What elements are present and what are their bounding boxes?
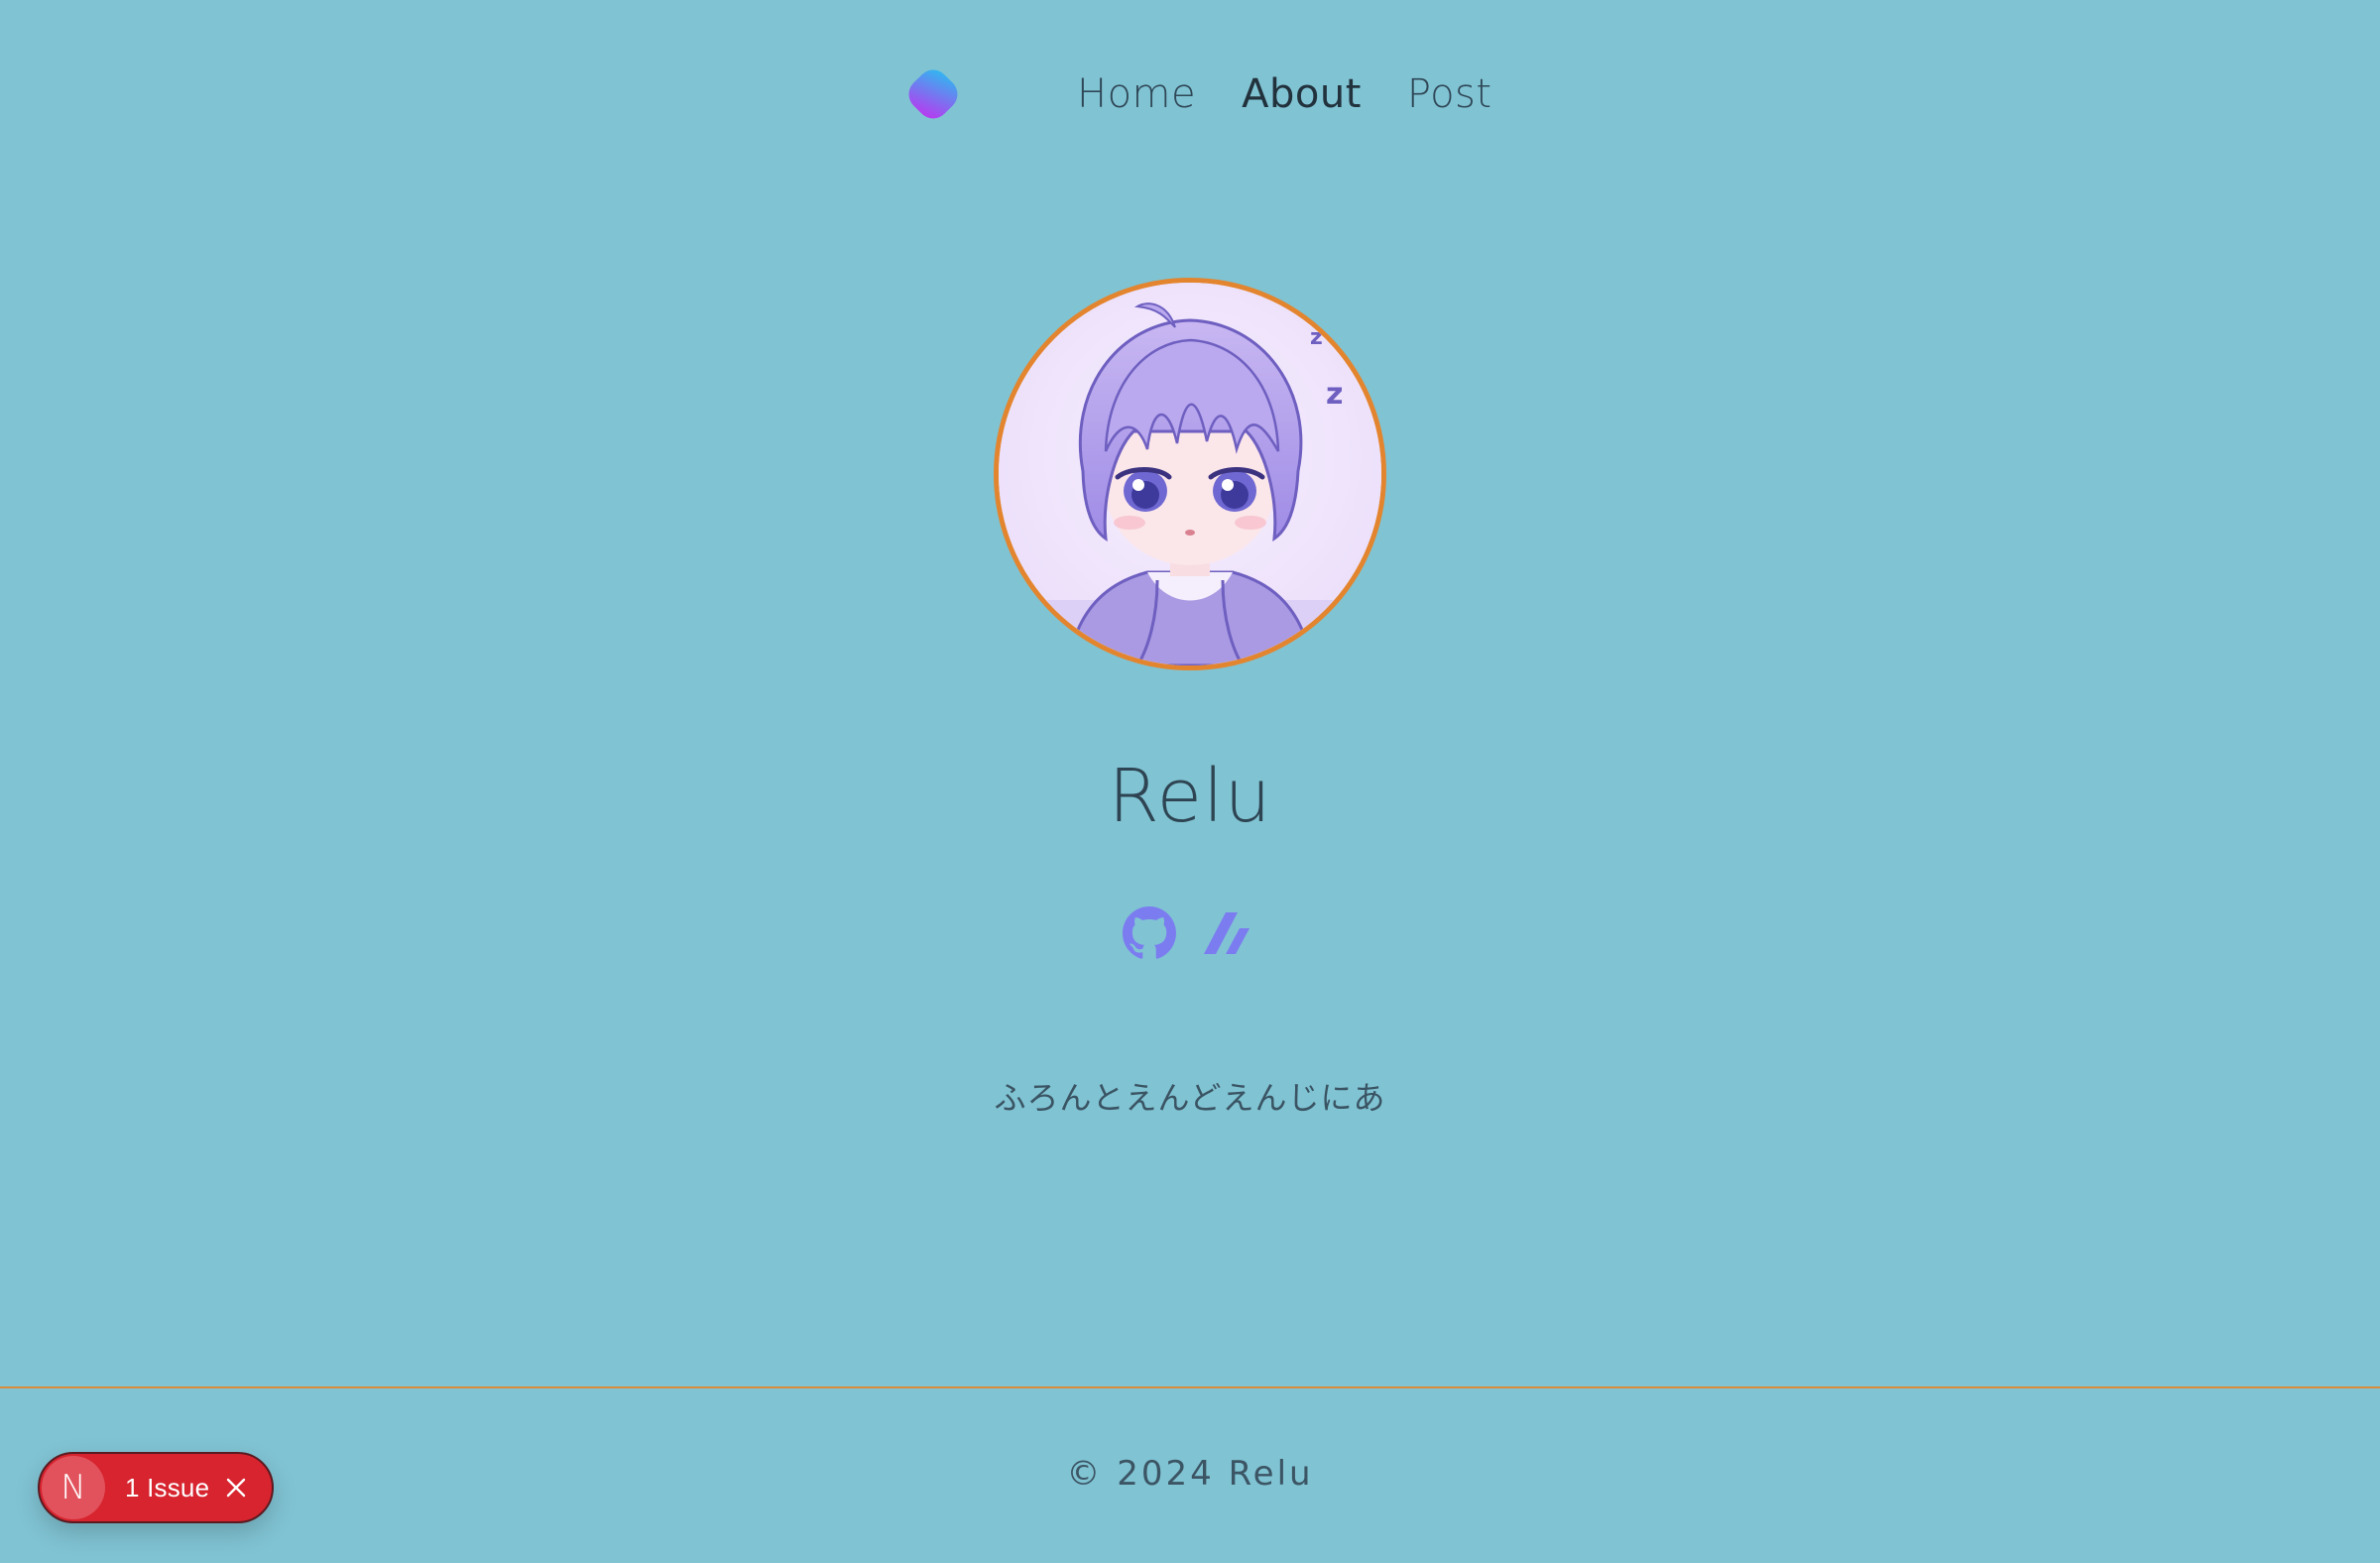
site-header: Home About Post (0, 0, 2380, 188)
nav-about-link[interactable]: About (1242, 71, 1362, 117)
avatar-illustration: z z (999, 283, 1381, 665)
zenn-link[interactable] (1200, 906, 1253, 960)
github-icon (1123, 906, 1176, 959)
main-nav: Home About Post (1077, 61, 1492, 127)
zenn-icon (1204, 912, 1250, 954)
nav-home-link[interactable]: Home (1077, 71, 1196, 117)
dev-issues-badge[interactable]: N 1 Issue (38, 1452, 274, 1523)
svg-text:z: z (1326, 377, 1343, 412)
avatar: z z (994, 278, 1386, 670)
footer-copyright: © 2024 Relu (1066, 1454, 1314, 1494)
issue-count-label[interactable]: 1 Issue (125, 1473, 209, 1503)
profile-name: Relu (1108, 754, 1272, 839)
profile-bio: ふろんとえんどえんじにあ (994, 1079, 1386, 1117)
logo-icon[interactable] (900, 61, 966, 127)
svg-text:z: z (1310, 325, 1323, 350)
nav-post-link[interactable]: Post (1407, 71, 1492, 117)
close-icon[interactable] (225, 1477, 247, 1499)
nextjs-logo-icon[interactable]: N (42, 1456, 105, 1519)
github-link[interactable] (1123, 906, 1176, 960)
social-links (1123, 906, 1253, 960)
footer-divider (0, 1386, 2380, 1388)
